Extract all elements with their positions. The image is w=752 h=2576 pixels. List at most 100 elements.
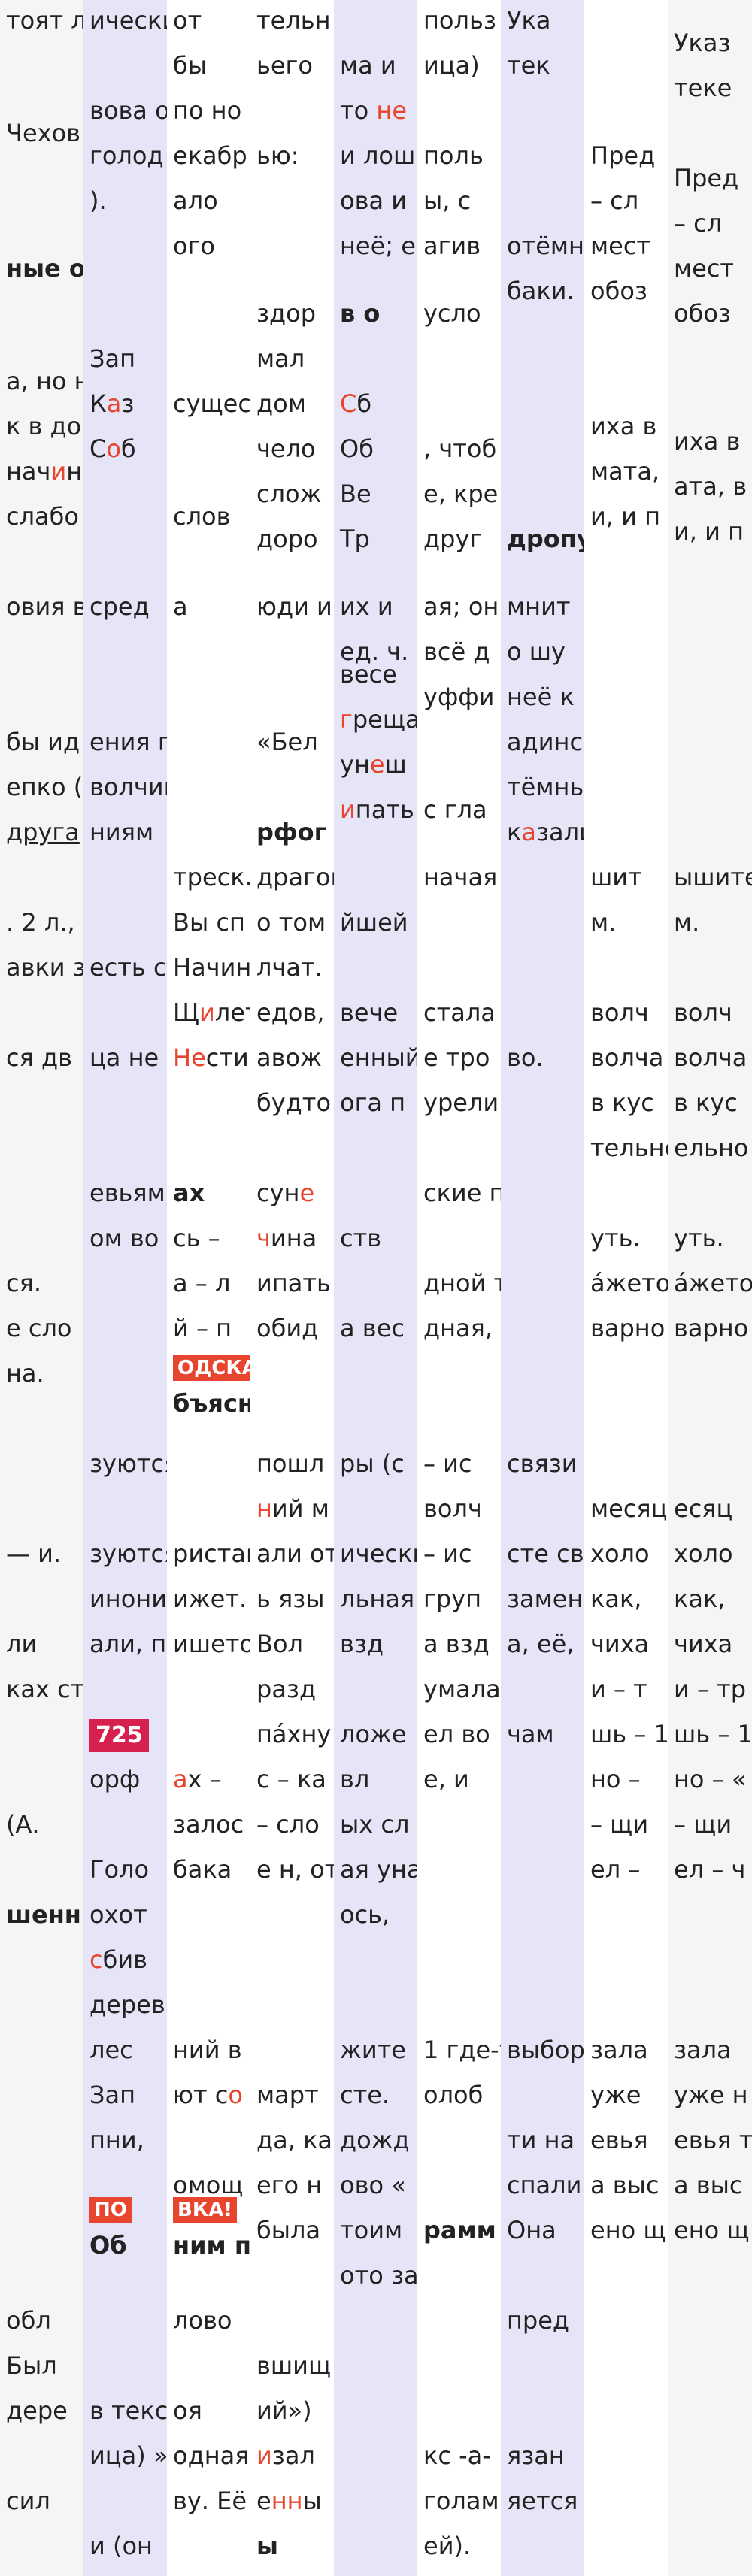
text-fragment: ним п xyxy=(173,2231,250,2260)
text-fragment: рамм xyxy=(423,2216,496,2245)
text-fragment: лес xyxy=(89,2036,133,2064)
text-fragment: разд xyxy=(256,1675,317,1703)
highlighted-letter: е xyxy=(369,750,385,779)
hint-tag: ПО xyxy=(83,2187,167,2228)
text-fragment: ено щ xyxy=(590,2216,666,2245)
text-fragment: ках ст xyxy=(6,1675,83,1703)
text-fragment: , чтоб xyxy=(423,434,497,463)
text-fragment: сте. xyxy=(340,2081,390,2109)
text-fragment: ел во xyxy=(423,1720,490,1748)
text-fragment: шь – 1 xyxy=(590,1720,668,1748)
text-fragment: бака xyxy=(173,1855,232,1884)
text-fragment: здор xyxy=(256,299,317,328)
text-fragment: друга xyxy=(6,818,80,846)
text-column: ма и то не и лош ова и неё; е в о Сб Об Ве Тр их и… xyxy=(334,0,417,2576)
text-column: Указ теке Пред – сл мест обоз иха в ата, в и, и … xyxy=(668,0,752,2576)
text-fragment: Зап xyxy=(89,2081,136,2109)
text-fragment: польз xyxy=(423,6,496,35)
text-fragment: варно xyxy=(674,1314,749,1342)
text-fragment: лово xyxy=(173,2306,232,2335)
text-fragment: енны xyxy=(256,2487,322,2515)
text-fragment: уффи xyxy=(423,683,495,711)
text-fragment: тельно xyxy=(590,1134,668,1162)
text-fragment: чиха xyxy=(590,1630,650,1658)
text-fragment: о шу xyxy=(507,637,566,666)
text-fragment: обл xyxy=(6,2306,51,2335)
text-fragment: вл xyxy=(340,1765,370,1794)
text-fragment: залос xyxy=(173,1810,244,1839)
text-fragment: холо xyxy=(590,1539,650,1568)
text-fragment: чина xyxy=(256,1224,317,1252)
text-fragment: ось, xyxy=(340,1900,390,1929)
text-fragment: чиха xyxy=(674,1630,733,1658)
text-fragment: с гла xyxy=(423,795,487,824)
text-fragment: юди и xyxy=(256,592,332,621)
text-fragment: сил xyxy=(6,2487,50,2515)
text-fragment: но – xyxy=(590,1765,641,1794)
text-fragment: адинских xyxy=(507,728,584,756)
text-fragment: неё к xyxy=(507,683,575,711)
text-fragment: ца не xyxy=(89,1043,159,1072)
text-fragment: дной тема xyxy=(423,1269,501,1297)
text-fragment: ств xyxy=(340,1224,382,1252)
text-fragment: е сло xyxy=(6,1314,72,1342)
text-fragment: мест xyxy=(674,254,735,283)
text-fragment: всё д xyxy=(423,637,490,666)
text-fragment: пред xyxy=(507,2306,570,2335)
text-fragment: а выс xyxy=(674,2171,743,2199)
text-fragment: яется xyxy=(507,2487,578,2515)
text-fragment: ры (с xyxy=(340,1449,405,1478)
text-fragment: ний м xyxy=(256,1494,329,1523)
text-fragment: чело xyxy=(256,434,316,463)
text-fragment: волча xyxy=(674,1043,747,1072)
text-fragment: й – п xyxy=(173,1314,232,1342)
text-fragment: дерев xyxy=(89,1990,165,2019)
text-fragment: к в до xyxy=(6,412,82,440)
text-fragment: ога п xyxy=(340,1088,406,1117)
text-fragment: чам xyxy=(507,1720,554,1748)
text-fragment: сь – xyxy=(173,1224,220,1252)
text-fragment: – сло xyxy=(256,1810,320,1839)
text-fragment: друг xyxy=(423,525,483,553)
text-fragment: будто xyxy=(256,1088,332,1117)
text-fragment: волч xyxy=(590,998,649,1027)
highlighted-letter: С xyxy=(340,389,357,418)
text-fragment: шенн xyxy=(6,1900,81,1929)
text-fragment: слож xyxy=(256,480,322,508)
text-fragment: – ис xyxy=(423,1449,472,1478)
text-fragment: ова и xyxy=(340,186,408,215)
text-fragment: и – тр xyxy=(674,1675,747,1703)
text-fragment: . 2 л., xyxy=(6,908,75,937)
text-fragment: тек xyxy=(507,51,550,80)
text-fragment: ). xyxy=(89,186,107,215)
text-column: Пред – сл мест обоз иха в мата, в и, и п шит м. в… xyxy=(584,0,668,2576)
text-fragment: зуются сло xyxy=(89,1539,167,1568)
text-column: Ука тек отёмн баки. дропу мнит о шу неё к адинск… xyxy=(501,0,584,2576)
highlighted-letter: а xyxy=(173,1765,188,1794)
text-fragment: Был xyxy=(6,2351,57,2380)
text-fragment: голам xyxy=(423,2487,499,2515)
text-fragment: замен xyxy=(507,1585,584,1613)
text-fragment: Нести xyxy=(173,1043,249,1072)
text-fragment: выбор xyxy=(507,2036,584,2064)
text-fragment: Тр xyxy=(340,525,370,553)
text-fragment: лчат. xyxy=(256,953,323,982)
text-fragment: йшей xyxy=(340,908,408,937)
text-fragment: ью: xyxy=(256,141,299,170)
text-fragment: унеш xyxy=(340,750,407,779)
text-fragment: баки. xyxy=(507,277,575,305)
highlighted-letter: н xyxy=(256,1494,272,1523)
text-fragment: орф xyxy=(89,1765,141,1794)
text-fragment: варно xyxy=(590,1314,666,1342)
text-fragment: поль xyxy=(423,141,484,170)
highlighted-letter: и xyxy=(340,795,356,824)
text-fragment: ом во xyxy=(89,1224,159,1252)
text-fragment: месяц xyxy=(590,1494,668,1523)
text-fragment: сбив xyxy=(89,1945,147,1974)
text-fragment: а́жето xyxy=(674,1269,752,1297)
text-fragment: язан xyxy=(507,2441,565,2470)
text-fragment: весе xyxy=(340,660,397,689)
text-fragment: а выс xyxy=(590,2171,660,2199)
text-fragment: а́жето xyxy=(590,1269,668,1297)
text-fragment: кс -а- xyxy=(423,2441,491,2470)
